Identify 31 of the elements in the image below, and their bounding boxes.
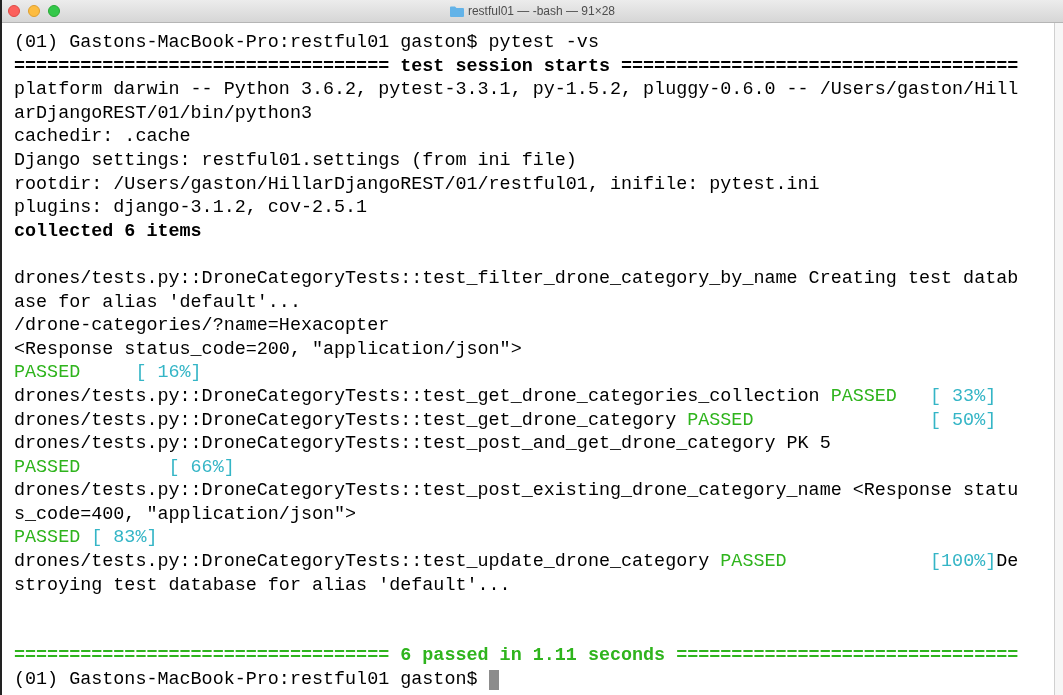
folder-icon	[449, 5, 464, 17]
window-title: restful01 — -bash — 91×28	[467, 4, 616, 18]
terminal-line: drones/tests.py::DroneCategoryTests::test_post_existing_drone_category_name <Response statu	[14, 479, 1019, 503]
terminal-line: rootdir: /Users/gaston/HillarDjangoREST/01/restful01, inifile: pytest.ini	[14, 172, 820, 197]
zoom-button[interactable]	[48, 5, 60, 17]
terminal-line: plugins: django-3.1.2, cov-2.5.1	[14, 196, 368, 220]
terminal-line: collected 6 items	[14, 219, 202, 244]
terminal-line: (01) Gastons-MacBook-Pro:restful01 gaston$ pytest -vs	[14, 31, 599, 55]
terminal-line: (01) Gastons-MacBook-Pro:restful01 gaston$	[14, 668, 479, 692]
terminal-line: Django settings: restful01.settings (from ini file)	[14, 148, 577, 173]
terminal-line: platform darwin -- Python 3.6.2, pytest-3.3.1, py-1.5.2, pluggy-0.6.0 -- /Users/gaston/Hill	[14, 78, 1019, 102]
terminal-line: ase for alias 'default'...	[14, 290, 301, 315]
terminal-line: PASSED [ 66%]	[14, 455, 235, 480]
terminal-line: <Response status_code=200, "application/json">	[14, 337, 522, 362]
minimize-button[interactable]	[28, 5, 40, 17]
terminal-line: drones/tests.py::DroneCategoryTests::test_filter_drone_category_by_name Creating test datab	[14, 266, 1019, 291]
scrollbar[interactable]	[1054, 23, 1063, 695]
terminal-line: /drone-categories/?name=Hexacopter	[14, 314, 390, 338]
terminal-line: stroying test database for alias 'default'...	[14, 573, 511, 598]
close-button[interactable]	[8, 5, 20, 17]
terminal-line: drones/tests.py::DroneCategoryTests::test_get_drone_category PASSED [ 50%]	[14, 408, 997, 433]
terminal-line: s_code=400, "application/json">	[14, 502, 357, 527]
terminal-line: drones/tests.py::DroneCategoryTests::test_update_drone_category PASSED [100%]De	[14, 550, 1019, 574]
terminal-line: PASSED [ 16%]	[14, 361, 202, 385]
terminal-line: ================================== test session starts ====================================	[14, 54, 1019, 79]
terminal-line: arDjangoREST/01/bin/python3	[14, 101, 312, 126]
terminal-line: drones/tests.py::DroneCategoryTests::test_get_drone_categories_collection PASSED [ 33%]	[14, 384, 997, 409]
terminal-line: drones/tests.py::DroneCategoryTests::test_post_and_get_drone_category PK 5	[14, 432, 831, 456]
terminal-line: cachedir: .cache	[14, 125, 191, 149]
terminal-line: ================================== 6 passed in 1.11 seconds ===============================	[14, 644, 1019, 669]
terminal-line: PASSED [ 83%]	[14, 526, 158, 551]
